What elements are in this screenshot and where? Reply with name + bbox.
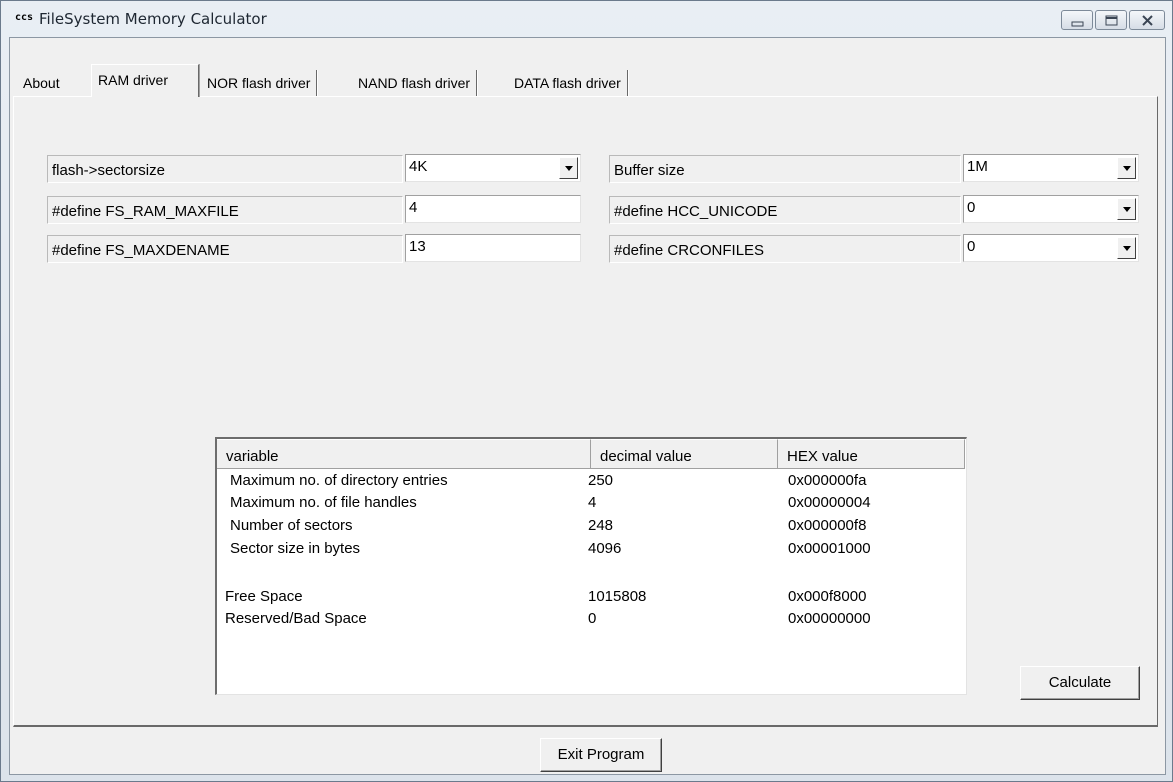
- row-hex: 0x000000fa: [788, 472, 867, 489]
- close-button[interactable]: [1129, 10, 1165, 30]
- buffer-size-value: 1M: [967, 158, 988, 175]
- chevron-down-icon[interactable]: [1117, 237, 1136, 259]
- row-variable: Free Space: [225, 588, 303, 605]
- maximize-icon: [1105, 15, 1118, 26]
- chevron-down-icon[interactable]: [1117, 157, 1136, 179]
- row-decimal: 4: [588, 494, 597, 511]
- close-icon: [1142, 15, 1153, 26]
- window-title: FileSystem Memory Calculator: [39, 10, 267, 28]
- row-hex: 0x000f8000: [788, 588, 867, 605]
- tab-about[interactable]: About: [23, 70, 60, 96]
- row-hex: 0x00000000: [788, 610, 871, 627]
- results-header: variable decimal value HEX value: [217, 439, 967, 469]
- hcc-unicode-combo[interactable]: 0: [963, 195, 1139, 223]
- row-decimal: 0: [588, 610, 597, 627]
- ram-maxfile-field[interactable]: 4: [405, 195, 581, 223]
- row-hex: 0x00001000: [788, 540, 871, 557]
- row-hex: 0x00000004: [788, 494, 871, 511]
- calculate-button[interactable]: Calculate: [1020, 666, 1140, 700]
- table-row[interactable]: Sector size in bytes 4096 0x00001000: [217, 539, 967, 559]
- tab-nand-flash-driver[interactable]: NAND flash driver: [358, 70, 478, 96]
- buffer-size-label: Buffer size: [609, 155, 961, 183]
- table-row[interactable]: Reserved/Bad Space 0 0x00000000: [217, 609, 967, 629]
- maxdename-field[interactable]: 13: [405, 234, 581, 262]
- title-bar[interactable]: ccs FileSystem Memory Calculator: [1, 1, 1172, 37]
- buffer-size-combo[interactable]: 1M: [963, 154, 1139, 182]
- results-list[interactable]: variable decimal value HEX value Maximum…: [215, 437, 967, 695]
- crconfiles-value: 0: [967, 238, 976, 255]
- tab-ram-driver[interactable]: RAM driver: [91, 64, 199, 97]
- sectorsize-label: flash->sectorsize: [47, 155, 403, 183]
- sectorsize-value: 4K: [409, 158, 428, 175]
- row-decimal: 1015808: [588, 588, 647, 605]
- tab-data-flash-driver[interactable]: DATA flash driver: [514, 70, 628, 96]
- row-variable: Maximum no. of directory entries: [230, 472, 448, 489]
- crconfiles-combo[interactable]: 0: [963, 234, 1139, 262]
- table-row[interactable]: Maximum no. of directory entries 250 0x0…: [217, 471, 967, 491]
- maxdename-label: #define FS_MAXDENAME: [47, 235, 403, 263]
- ram-maxfile-label: #define FS_RAM_MAXFILE: [47, 196, 403, 224]
- table-row[interactable]: Free Space 1015808 0x000f8000: [217, 587, 967, 607]
- row-variable: Maximum no. of file handles: [230, 494, 417, 511]
- minimize-icon: [1071, 21, 1084, 27]
- row-variable: Number of sectors: [230, 517, 353, 534]
- table-row[interactable]: Maximum no. of file handles 4 0x00000004: [217, 493, 967, 513]
- app-icon: ccs: [15, 12, 34, 23]
- row-hex: 0x000000f8: [788, 517, 867, 534]
- column-header-variable[interactable]: variable: [217, 439, 591, 469]
- row-variable: Sector size in bytes: [230, 540, 361, 557]
- column-header-decimal[interactable]: decimal value: [591, 439, 778, 469]
- column-header-hex[interactable]: HEX value: [778, 439, 965, 469]
- chevron-down-icon[interactable]: [559, 157, 578, 179]
- sectorsize-combo[interactable]: 4K: [405, 154, 581, 182]
- row-decimal: 250: [588, 472, 614, 489]
- app-window: ccs FileSystem Memory Calculator About R…: [0, 0, 1173, 782]
- row-decimal: 248: [588, 517, 614, 534]
- tab-nor-flash-driver[interactable]: NOR flash driver: [205, 70, 318, 96]
- exit-program-button[interactable]: Exit Program: [540, 738, 662, 772]
- hcc-unicode-label: #define HCC_UNICODE: [609, 196, 961, 224]
- hcc-unicode-value: 0: [967, 199, 976, 216]
- crconfiles-label: #define CRCONFILES: [609, 235, 961, 263]
- row-decimal: 4096: [588, 540, 622, 557]
- maximize-button[interactable]: [1095, 10, 1127, 30]
- table-row[interactable]: Number of sectors 248 0x000000f8: [217, 516, 967, 536]
- minimize-button[interactable]: [1061, 10, 1093, 30]
- row-variable: Reserved/Bad Space: [225, 610, 367, 627]
- chevron-down-icon[interactable]: [1117, 198, 1136, 220]
